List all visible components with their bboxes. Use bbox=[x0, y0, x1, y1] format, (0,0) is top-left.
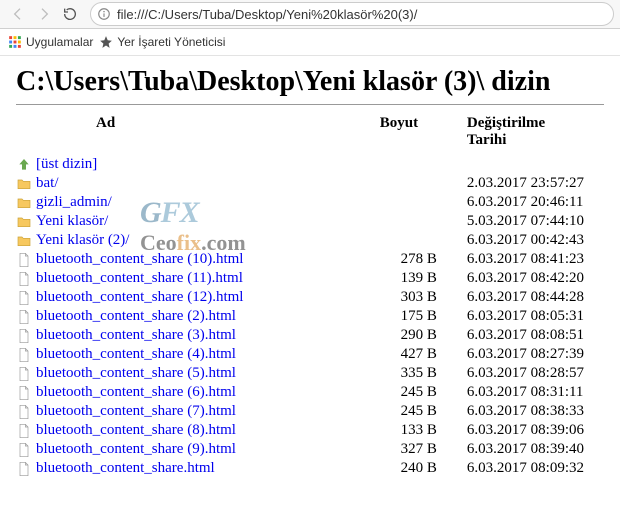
file-size bbox=[380, 212, 467, 231]
file-size: 327 B bbox=[380, 440, 467, 459]
table-row: bluetooth_content_share (10).html 278 B6.… bbox=[16, 250, 604, 269]
file-link[interactable]: bluetooth_content_share (5).html bbox=[36, 365, 236, 381]
table-row: bluetooth_content_share (4).html 427 B6.0… bbox=[16, 345, 604, 364]
file-link[interactable]: bluetooth_content_share (11).html bbox=[36, 270, 243, 286]
file-date: 2.03.2017 23:57:27 bbox=[467, 174, 604, 193]
file-link[interactable]: bluetooth_content_share (7).html bbox=[36, 403, 236, 419]
file-size: 303 B bbox=[380, 288, 467, 307]
col-date[interactable]: Değiştirilme Tarihi bbox=[467, 115, 604, 155]
divider bbox=[16, 104, 604, 105]
folder-link[interactable]: Yeni klasör/ bbox=[36, 213, 108, 229]
reload-button[interactable] bbox=[58, 2, 82, 26]
file-size: 278 B bbox=[380, 250, 467, 269]
parent-dir-link[interactable]: [üst dizin] bbox=[36, 156, 97, 172]
table-row: bluetooth_content_share (5).html 335 B6.0… bbox=[16, 364, 604, 383]
file-size bbox=[380, 193, 467, 212]
file-link[interactable]: bluetooth_content_share (2).html bbox=[36, 308, 236, 324]
table-row: Yeni klasör/5.03.2017 07:44:10 bbox=[16, 212, 604, 231]
file-size bbox=[380, 155, 467, 174]
file-date: 6.03.2017 08:38:33 bbox=[467, 402, 604, 421]
file-table: Ad Boyut Değiştirilme Tarihi [üst dizin]… bbox=[16, 115, 604, 478]
folder-link[interactable]: bat/ bbox=[36, 175, 59, 191]
folder-link[interactable]: gizli_admin/ bbox=[36, 194, 112, 210]
file-size: 245 B bbox=[380, 383, 467, 402]
table-row: bluetooth_content_share (12).html 303 B6.… bbox=[16, 288, 604, 307]
col-size[interactable]: Boyut bbox=[380, 115, 467, 155]
address-text: file:///C:/Users/Tuba/Desktop/Yeni%20kla… bbox=[117, 7, 607, 22]
browser-toolbar: file:///C:/Users/Tuba/Desktop/Yeni%20kla… bbox=[0, 0, 620, 29]
file-date: 6.03.2017 08:42:20 bbox=[467, 269, 604, 288]
file-size: 240 B bbox=[380, 459, 467, 478]
file-date: 5.03.2017 07:44:10 bbox=[467, 212, 604, 231]
file-date: 6.03.2017 08:28:57 bbox=[467, 364, 604, 383]
reload-icon bbox=[62, 6, 78, 22]
arrow-right-icon bbox=[36, 6, 52, 22]
folder-link[interactable]: Yeni klasör (2)/ bbox=[36, 232, 129, 248]
file-date: 6.03.2017 08:31:11 bbox=[467, 383, 604, 402]
file-link[interactable]: bluetooth_content_share (3).html bbox=[36, 327, 236, 343]
file-date: 6.03.2017 00:42:43 bbox=[467, 231, 604, 250]
table-row: bat/2.03.2017 23:57:27 bbox=[16, 174, 604, 193]
table-row: [üst dizin] bbox=[16, 155, 604, 174]
arrow-left-icon bbox=[10, 6, 26, 22]
back-button[interactable] bbox=[6, 2, 30, 26]
file-date bbox=[467, 155, 604, 174]
file-size: 133 B bbox=[380, 421, 467, 440]
file-link[interactable]: bluetooth_content_share (6).html bbox=[36, 384, 236, 400]
file-date: 6.03.2017 08:09:32 bbox=[467, 459, 604, 478]
apps-icon bbox=[8, 35, 22, 49]
file-link[interactable]: bluetooth_content_share.html bbox=[36, 460, 215, 476]
star-icon bbox=[99, 35, 113, 49]
bookmark-manager-label: Yer İşareti Yöneticisi bbox=[117, 35, 225, 49]
file-date: 6.03.2017 08:44:28 bbox=[467, 288, 604, 307]
file-date: 6.03.2017 08:27:39 bbox=[467, 345, 604, 364]
file-link[interactable]: bluetooth_content_share (10).html bbox=[36, 251, 243, 267]
file-size: 290 B bbox=[380, 326, 467, 345]
table-row: bluetooth_content_share (11).html 139 B6.… bbox=[16, 269, 604, 288]
file-link[interactable]: bluetooth_content_share (8).html bbox=[36, 422, 236, 438]
directory-listing: GFX Ceofix.com C:\Users\Tuba\Desktop\Yen… bbox=[0, 56, 620, 494]
table-row: bluetooth_content_share (2).html 175 B6.0… bbox=[16, 307, 604, 326]
file-date: 6.03.2017 08:41:23 bbox=[467, 250, 604, 269]
file-date: 6.03.2017 08:39:40 bbox=[467, 440, 604, 459]
file-date: 6.03.2017 08:08:51 bbox=[467, 326, 604, 345]
bookmark-manager-shortcut[interactable]: Yer İşareti Yöneticisi bbox=[99, 35, 225, 49]
table-row: Yeni klasör (2)/ 6.03.2017 00:42:43 bbox=[16, 231, 604, 250]
file-date: 6.03.2017 20:46:11 bbox=[467, 193, 604, 212]
info-icon bbox=[97, 7, 111, 21]
file-date: 6.03.2017 08:05:31 bbox=[467, 307, 604, 326]
file-link[interactable]: bluetooth_content_share (4).html bbox=[36, 346, 236, 362]
address-bar[interactable]: file:///C:/Users/Tuba/Desktop/Yeni%20kla… bbox=[90, 2, 614, 26]
col-name[interactable]: Ad bbox=[16, 115, 380, 155]
table-row: bluetooth_content_share (9).html 327 B6.0… bbox=[16, 440, 604, 459]
bookmarks-bar: Uygulamalar Yer İşareti Yöneticisi bbox=[0, 29, 620, 56]
table-row: bluetooth_content_share (3).html 290 B6.0… bbox=[16, 326, 604, 345]
file-link[interactable]: bluetooth_content_share (9).html bbox=[36, 441, 236, 457]
table-row: bluetooth_content_share (8).html 133 B6.0… bbox=[16, 421, 604, 440]
table-row: bluetooth_content_share (6).html 245 B6.0… bbox=[16, 383, 604, 402]
table-row: gizli_admin/6.03.2017 20:46:11 bbox=[16, 193, 604, 212]
file-size: 139 B bbox=[380, 269, 467, 288]
apps-shortcut[interactable]: Uygulamalar bbox=[8, 35, 93, 49]
page-title: C:\Users\Tuba\Desktop\Yeni klasör (3)\ d… bbox=[16, 66, 604, 98]
file-size: 245 B bbox=[380, 402, 467, 421]
apps-label: Uygulamalar bbox=[26, 35, 93, 49]
forward-button[interactable] bbox=[32, 2, 56, 26]
file-size bbox=[380, 174, 467, 193]
table-row: bluetooth_content_share.html 240 B6.03.20… bbox=[16, 459, 604, 478]
file-size: 427 B bbox=[380, 345, 467, 364]
file-link[interactable]: bluetooth_content_share (12).html bbox=[36, 289, 243, 305]
file-date: 6.03.2017 08:39:06 bbox=[467, 421, 604, 440]
file-size: 175 B bbox=[380, 307, 467, 326]
table-row: bluetooth_content_share (7).html 245 B6.0… bbox=[16, 402, 604, 421]
file-size: 335 B bbox=[380, 364, 467, 383]
file-size bbox=[380, 231, 467, 250]
